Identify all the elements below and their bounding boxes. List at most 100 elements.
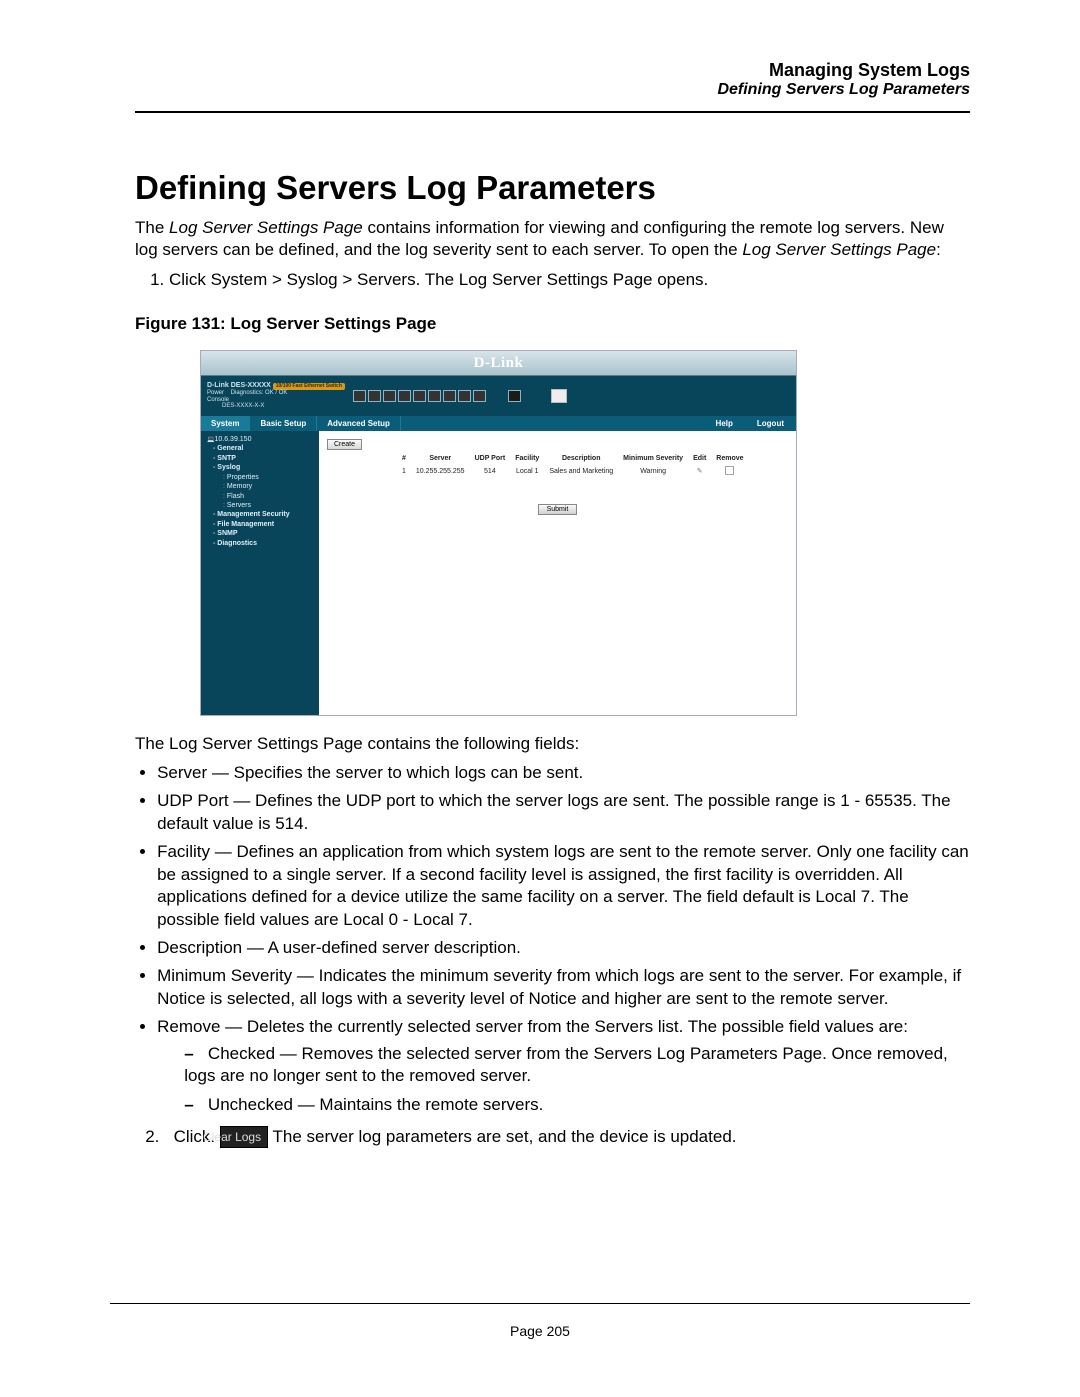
figure-device-tag: 10/100 Fast Ethernet Switch bbox=[273, 383, 345, 391]
intro-text: The bbox=[135, 218, 169, 237]
sidebar-item-general[interactable]: General bbox=[207, 444, 315, 453]
remove-checkbox[interactable] bbox=[725, 466, 734, 475]
figure-device-panel: D-Link DES-XXXXX 10/100 Fast Ethernet Sw… bbox=[201, 376, 796, 416]
field-facility-range: Local 0 - Local 7 bbox=[343, 910, 468, 929]
cell-description: Sales and Marketing bbox=[544, 463, 618, 480]
field-desc: . bbox=[468, 910, 473, 929]
cell-remove[interactable] bbox=[711, 463, 748, 480]
port-icon bbox=[398, 390, 411, 402]
mode-tab-basic[interactable]: Basic Setup bbox=[250, 416, 317, 431]
field-description: Description — A user-defined server desc… bbox=[157, 937, 970, 959]
sidebar-item-properties[interactable]: Properties bbox=[207, 473, 315, 482]
cell-server: 10.255.255.255 bbox=[411, 463, 470, 480]
figure-screenshot: D-Link D-Link DES-XXXXX 10/100 Fast Ethe… bbox=[200, 350, 797, 716]
sidebar-item-sntp[interactable]: SNTP bbox=[207, 454, 315, 463]
field-name: Description bbox=[157, 938, 242, 957]
page-title: Defining Servers Log Parameters bbox=[135, 169, 970, 207]
running-header-title: Managing System Logs bbox=[135, 60, 970, 81]
field-name: Facility bbox=[157, 842, 210, 861]
cell-index: 1 bbox=[397, 463, 411, 480]
intro-page-ref-1: Log Server Settings Page bbox=[169, 218, 363, 237]
port-icon bbox=[368, 390, 381, 402]
intro-page-ref-2: Log Server Settings Page bbox=[742, 240, 936, 259]
step-1-text: opens. bbox=[652, 270, 708, 289]
sidebar-item-management-security[interactable]: Management Security bbox=[207, 510, 315, 519]
step-1-text: Click bbox=[169, 270, 211, 289]
field-facility: Facility — Defines an application from w… bbox=[157, 841, 970, 931]
running-header-subtitle: Defining Servers Log Parameters bbox=[135, 81, 970, 99]
sidebar-item-flash[interactable]: Flash bbox=[207, 492, 315, 501]
field-name: Server bbox=[157, 763, 207, 782]
figure-device-name: D-Link DES-XXXXX 10/100 Fast Ethernet Sw… bbox=[207, 382, 347, 391]
sidebar-item-servers[interactable]: Servers bbox=[207, 501, 315, 510]
intro-paragraph: The Log Server Settings Page contains in… bbox=[135, 217, 970, 262]
fields-list: Server — Specifies the server to which l… bbox=[135, 762, 970, 1116]
cell-min-severity: Warning bbox=[618, 463, 688, 480]
page-number: Page 205 bbox=[0, 1323, 1080, 1339]
edit-icon[interactable] bbox=[697, 468, 703, 475]
header-rule bbox=[135, 111, 970, 113]
remove-checked-page-ref: Servers Log Parameters Page bbox=[593, 1044, 822, 1063]
step-2-number: 2. bbox=[145, 1127, 159, 1146]
cell-edit[interactable] bbox=[688, 463, 711, 480]
running-header: Managing System Logs Defining Servers Lo… bbox=[135, 60, 970, 99]
port-icon bbox=[551, 389, 567, 403]
remove-unchecked-label: Unchecked bbox=[208, 1095, 293, 1114]
field-desc: and higher are sent to the remote server… bbox=[577, 989, 889, 1008]
sidebar-item-file-management[interactable]: File Management bbox=[207, 520, 315, 529]
step-1-page-ref: Log Server Settings Page bbox=[459, 270, 653, 289]
cell-udp-port: 514 bbox=[470, 463, 511, 480]
intro-text: : bbox=[936, 240, 941, 259]
col-udp-port: UDP Port bbox=[470, 454, 511, 463]
fields-lead: The Log Server Settings Page contains th… bbox=[135, 734, 970, 754]
remove-value-checked: Checked — Removes the selected server fr… bbox=[184, 1043, 970, 1088]
port-icon bbox=[443, 390, 456, 402]
remove-checked-label: Checked bbox=[208, 1044, 275, 1063]
col-remove: Remove bbox=[711, 454, 748, 463]
step-1: Click System > Syslog > Servers. The Log… bbox=[169, 270, 970, 290]
figure-brand-bar: D-Link bbox=[201, 351, 796, 376]
submit-button[interactable]: Submit bbox=[538, 504, 578, 515]
fields-lead-page-ref: Log Server Settings Page bbox=[169, 734, 363, 753]
port-icon bbox=[353, 390, 366, 402]
col-description: Description bbox=[544, 454, 618, 463]
mode-tab-system[interactable]: System bbox=[201, 416, 250, 431]
sidebar-root[interactable]: 10.6.39.150 bbox=[207, 435, 315, 444]
field-minsev-notice-1: Notice bbox=[157, 989, 205, 1008]
figure-mode-bar: System Basic Setup Advanced Setup Help L… bbox=[201, 416, 796, 431]
sidebar-item-diagnostics[interactable]: Diagnostics bbox=[207, 539, 315, 548]
create-button[interactable]: Create bbox=[327, 439, 362, 450]
mode-link-logout[interactable]: Logout bbox=[745, 416, 796, 431]
remove-checked-desc: — Removes the selected server from the bbox=[275, 1044, 593, 1063]
port-icon bbox=[383, 390, 396, 402]
figure-port-bank bbox=[353, 390, 486, 402]
col-minimum-severity: Minimum Severity bbox=[618, 454, 688, 463]
clear-logs-button[interactable]: Clear Logs bbox=[220, 1126, 268, 1148]
sidebar-item-syslog[interactable]: Syslog bbox=[207, 463, 315, 472]
col--: # bbox=[397, 454, 411, 463]
col-facility: Facility bbox=[510, 454, 544, 463]
figure-main-panel: Create #ServerUDP PortFacilityDescriptio… bbox=[319, 431, 796, 715]
port-icon bbox=[508, 390, 521, 402]
mode-tab-advanced[interactable]: Advanced Setup bbox=[317, 416, 401, 431]
mode-link-help[interactable]: Help bbox=[704, 416, 745, 431]
sidebar-item-memory[interactable]: Memory bbox=[207, 482, 315, 491]
port-icon bbox=[458, 390, 471, 402]
field-desc: — Specifies the server to which logs can… bbox=[207, 763, 583, 782]
servers-table: #ServerUDP PortFacilityDescriptionMinimu… bbox=[397, 454, 749, 480]
port-icon bbox=[428, 390, 441, 402]
figure-device-lines: Power Diagnostics: OK / OK Console DES-X… bbox=[207, 390, 347, 410]
figure-device-name-text: D-Link DES-XXXXX bbox=[207, 382, 271, 389]
field-desc: — Deletes the currently selected server … bbox=[220, 1017, 908, 1036]
step-1-path: System > Syslog > Servers bbox=[211, 270, 416, 289]
sidebar-item-snmp[interactable]: SNMP bbox=[207, 529, 315, 538]
remove-unchecked-desc: — Maintains the remote servers. bbox=[293, 1095, 543, 1114]
field-remove: Remove — Deletes the currently selected … bbox=[157, 1016, 970, 1116]
field-desc: — Indicates the minimum severity from wh… bbox=[292, 966, 961, 985]
fields-lead-text: The bbox=[135, 734, 169, 753]
table-row: 1 10.255.255.255 514 Local 1 Sales and M… bbox=[397, 463, 749, 480]
field-desc: — A user-defined server description. bbox=[242, 938, 521, 957]
field-server: Server — Specifies the server to which l… bbox=[157, 762, 970, 784]
field-name: UDP Port bbox=[157, 791, 229, 810]
fields-lead-text: contains the following fields: bbox=[363, 734, 579, 753]
